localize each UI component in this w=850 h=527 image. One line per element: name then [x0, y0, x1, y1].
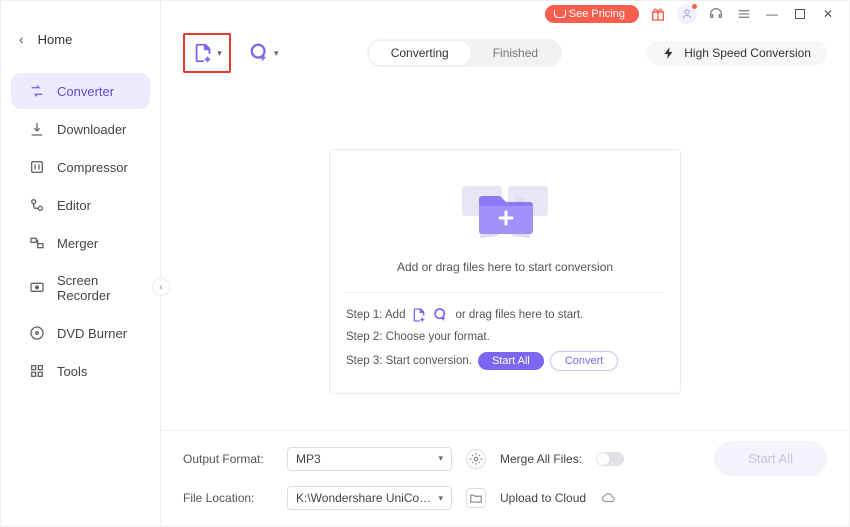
account-icon[interactable]	[677, 4, 697, 24]
see-pricing-label: See Pricing	[569, 8, 625, 20]
maximize-button[interactable]	[791, 5, 809, 23]
gift-icon[interactable]	[649, 5, 667, 23]
step2-text: Step 2: Choose your format.	[346, 331, 490, 343]
footer: Output Format: MP3 ▾ Merge All Files: St…	[161, 430, 849, 526]
downloader-icon	[29, 121, 45, 137]
compressor-icon	[29, 159, 45, 175]
headset-icon[interactable]	[707, 5, 725, 23]
chevron-down-icon: ▾	[274, 48, 279, 59]
status-tabs: Converting Finished	[367, 39, 562, 67]
merge-label: Merge All Files:	[500, 452, 582, 466]
nav-label: Merger	[57, 236, 98, 251]
editor-icon	[29, 197, 45, 213]
nav-label: Editor	[57, 198, 91, 213]
sidebar-item-dvd[interactable]: DVD Burner	[11, 315, 150, 351]
step-1: Step 1: Add or drag files here to start.	[346, 307, 664, 323]
home-label: Home	[38, 32, 73, 47]
cloud-icon[interactable]	[600, 491, 618, 505]
sidebar-item-tools[interactable]: Tools	[11, 353, 150, 389]
nav-label: Converter	[57, 84, 114, 99]
sidebar: ‹ Home Converter Downloader Compressor	[1, 1, 161, 526]
drop-instruction: Add or drag files here to start conversi…	[346, 260, 664, 274]
menu-icon[interactable]	[735, 5, 753, 23]
nav-label: Screen Recorder	[57, 273, 132, 303]
steps: Step 1: Add or drag files here to start.…	[346, 292, 664, 371]
chevron-down-icon: ▾	[217, 48, 222, 59]
home-link[interactable]: ‹ Home	[1, 23, 160, 55]
step3-text: Step 3: Start conversion.	[346, 355, 472, 367]
add-url-icon	[433, 307, 449, 323]
high-speed-label: High Speed Conversion	[684, 46, 811, 60]
drop-card[interactable]: Add or drag files here to start conversi…	[329, 149, 681, 394]
titlebar: See Pricing — ✕	[161, 1, 849, 23]
output-format-value: MP3	[296, 452, 321, 466]
tab-finished[interactable]: Finished	[471, 41, 560, 65]
add-file-icon	[411, 307, 427, 323]
start-all-button[interactable]: Start All	[714, 441, 827, 476]
nav-label: Compressor	[57, 160, 128, 175]
output-format-select[interactable]: MP3 ▾	[287, 447, 452, 471]
file-location-select[interactable]: K:\Wondershare UniConverter 1 ▾	[287, 486, 452, 510]
center-area: Add or drag files here to start conversi…	[161, 81, 849, 430]
add-url-button[interactable]: ▾	[245, 36, 283, 70]
file-location-value: K:\Wondershare UniConverter 1	[296, 491, 436, 505]
dvd-icon	[29, 325, 45, 341]
nav-label: DVD Burner	[57, 326, 127, 341]
settings-icon[interactable]	[466, 449, 486, 469]
nav-list: Converter Downloader Compressor Editor	[1, 73, 160, 389]
step1-suffix: or drag files here to start.	[455, 309, 583, 321]
convert-mini-button[interactable]: Convert	[550, 351, 619, 371]
add-file-button[interactable]: ▾	[183, 33, 231, 73]
chevron-down-icon: ▾	[438, 453, 443, 464]
see-pricing-button[interactable]: See Pricing	[545, 5, 639, 23]
merger-icon	[29, 235, 45, 251]
tab-converting[interactable]: Converting	[369, 41, 471, 65]
sidebar-item-recorder[interactable]: Screen Recorder	[11, 263, 150, 313]
merge-toggle[interactable]	[596, 452, 624, 466]
step-3: Step 3: Start conversion. Start All Conv…	[346, 351, 664, 371]
add-file-icon	[192, 42, 214, 64]
high-speed-button[interactable]: High Speed Conversion	[646, 41, 827, 65]
tools-icon	[29, 363, 45, 379]
nav-label: Tools	[57, 364, 87, 379]
sidebar-item-merger[interactable]: Merger	[11, 225, 150, 261]
recorder-icon	[29, 280, 45, 296]
step-2: Step 2: Choose your format.	[346, 331, 664, 343]
chevron-down-icon: ▾	[438, 493, 443, 504]
start-all-mini-button[interactable]: Start All	[478, 352, 544, 370]
close-button[interactable]: ✕	[819, 5, 837, 23]
add-url-icon	[249, 42, 271, 64]
sidebar-item-compressor[interactable]: Compressor	[11, 149, 150, 185]
main-area: See Pricing — ✕ ▾	[161, 1, 849, 526]
sidebar-item-downloader[interactable]: Downloader	[11, 111, 150, 147]
chevron-left-icon: ‹	[19, 31, 24, 47]
folder-illustration	[346, 168, 664, 248]
converter-icon	[29, 83, 45, 99]
output-format-label: Output Format:	[183, 452, 273, 466]
open-folder-icon[interactable]	[466, 488, 486, 508]
step1-prefix: Step 1: Add	[346, 309, 405, 321]
file-location-label: File Location:	[183, 491, 273, 505]
sidebar-item-converter[interactable]: Converter	[11, 73, 150, 109]
sidebar-item-editor[interactable]: Editor	[11, 187, 150, 223]
upload-cloud-label: Upload to Cloud	[500, 491, 586, 505]
nav-label: Downloader	[57, 122, 126, 137]
bolt-icon	[662, 46, 676, 60]
toolbar: ▾ ▾ Converting Finished High Speed Conve…	[161, 23, 849, 81]
minimize-button[interactable]: —	[763, 5, 781, 23]
